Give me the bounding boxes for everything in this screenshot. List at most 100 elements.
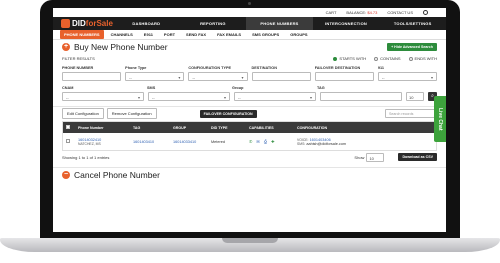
cnam-select[interactable]: -- ▾ <box>62 92 144 101</box>
download-csv-button[interactable]: Download as CSV <box>398 153 437 161</box>
configuration-type-select[interactable]: -- ▾ <box>188 72 248 81</box>
e911-value: -- <box>381 75 385 80</box>
logo-mark-icon <box>61 19 70 28</box>
configuration-type-value: -- <box>192 75 196 80</box>
balance-value: $4.73 <box>367 10 378 15</box>
filter-label: FILTER RESULTS <box>62 56 95 61</box>
tag-input[interactable] <box>320 92 402 101</box>
filter-row: FILTER RESULTS STARTS WITH CONTAINS ENDS… <box>53 54 446 63</box>
sms-select[interactable]: -- ▾ <box>148 92 230 101</box>
remove-configuration-button[interactable]: Remove Configuration <box>106 108 157 119</box>
advanced-search-button[interactable]: + Hide Advanced Search <box>387 43 437 51</box>
nav-phone-numbers[interactable]: PHONE NUMBERS <box>246 17 313 30</box>
phone-icon: ✆ <box>249 139 253 144</box>
failover-destination-input[interactable] <box>314 72 374 81</box>
edit-configuration-button[interactable]: Edit Configuration <box>62 108 104 119</box>
chevron-down-icon: ▾ <box>241 75 244 80</box>
user-icon[interactable] <box>423 10 428 15</box>
subtab-send-fax[interactable]: SEND FAX <box>182 30 210 39</box>
laptop-notch <box>222 238 278 243</box>
form-row1-labels: PHONE NUMBER Phone Type CONFIGURATION TY… <box>53 63 446 70</box>
phone-type-select[interactable]: -- ▾ <box>125 72 185 81</box>
subtab-sms-groups[interactable]: SMS GROUPS <box>248 30 283 39</box>
sms-label: SMS: <box>297 141 306 146</box>
table-footer: Showing 1 to 1 of 1 entries Show 10 Down… <box>53 151 446 163</box>
show-entries-select[interactable]: 10 <box>366 152 385 162</box>
buy-section-header: + Buy New Phone Number + Hide Advanced S… <box>53 40 446 54</box>
page-title: Buy New Phone Number <box>74 42 168 52</box>
cancel-section-header: − Cancel Phone Number <box>53 167 446 181</box>
radio-ends-with[interactable]: ENDS WITH <box>408 56 437 61</box>
cart-link[interactable]: CART <box>326 10 337 15</box>
logo[interactable]: DIDforSale <box>53 19 113 28</box>
cnam-value: -- <box>66 95 69 100</box>
minus-circle-icon[interactable]: − <box>62 170 70 179</box>
sms-value: -- <box>152 95 155 100</box>
logo-prefix: DID <box>72 19 86 28</box>
subtab-port[interactable]: PORT <box>160 30 179 39</box>
label-phone-number: PHONE NUMBER <box>62 66 94 70</box>
row-checkbox[interactable] <box>63 139 75 144</box>
label-group: Group <box>232 86 244 90</box>
subtab-e911[interactable]: E911 <box>140 30 157 39</box>
failover-configuration-button[interactable]: FAILOVER CONFIGURATION <box>199 109 257 118</box>
show-label: Show <box>354 154 365 160</box>
sub-nav: PHONE NUMBERS CHANNELS E911 PORT SEND FA… <box>53 30 446 40</box>
cell-phone: 16014032410 NATCHEZ, MS <box>75 138 130 146</box>
nav-tools-settings[interactable]: TOOLS/SETTINGS <box>379 17 446 30</box>
live-chat-tab[interactable]: Live Chat <box>434 96 446 142</box>
subtab-phone-numbers[interactable]: PHONE NUMBERS <box>60 30 104 39</box>
subtab-fax-emails[interactable]: FAX EMAILS <box>213 30 245 39</box>
subtab-channels[interactable]: CHANNELS <box>107 30 137 39</box>
cancel-section-title: Cancel Phone Number <box>74 169 160 180</box>
balance-label: BALANCE: <box>346 10 367 15</box>
label-cnam: CNAM <box>62 86 74 90</box>
radio-label: STARTS WITH <box>339 56 367 61</box>
label-911: 911 <box>377 66 384 70</box>
cell-tag[interactable]: 1601403410 <box>130 140 170 144</box>
group-select[interactable]: -- ▾ <box>234 92 316 101</box>
checkbox-box <box>66 139 70 143</box>
chevron-down-icon: ▾ <box>309 95 312 100</box>
radio-dot <box>374 56 379 61</box>
config-sms: SMS: aahish@didforsale.com <box>297 142 436 146</box>
logo-text: DIDforSale <box>72 19 113 28</box>
phone-type-value: -- <box>129 75 132 80</box>
label-failover-destination: FAILOVER DESTINATION <box>314 66 361 70</box>
main-nav: DIDforSale DASHBOARD REPORTING PHONE NUM… <box>53 17 446 30</box>
search-records-input[interactable]: Search records <box>385 109 437 118</box>
table-header: Phone Number TAG GROUP DID TYPE CAPABILI… <box>63 122 436 133</box>
nav-reporting[interactable]: REPORTING <box>180 17 247 30</box>
cell-group[interactable]: 16014033410 <box>170 140 208 144</box>
camera-dot <box>248 2 251 5</box>
destination-input[interactable] <box>251 72 311 81</box>
select-all-checkbox[interactable] <box>63 125 75 130</box>
col-phone-number[interactable]: Phone Number <box>75 126 130 130</box>
col-did-type[interactable]: DID TYPE <box>208 126 246 130</box>
label-destination: DESTINATION <box>251 66 277 70</box>
nav-dashboard[interactable]: DASHBOARD <box>113 17 180 30</box>
page-size-select[interactable]: 10 <box>406 92 424 101</box>
phone-number-input[interactable] <box>62 72 122 81</box>
plus-circle-icon[interactable]: + <box>62 43 70 51</box>
label-tag: TAG <box>317 86 325 90</box>
filter-options: STARTS WITH CONTAINS ENDS WITH <box>333 56 437 61</box>
col-tag[interactable]: TAG <box>130 126 170 130</box>
table-row[interactable]: 16014032410 NATCHEZ, MS 1601403410 16014… <box>63 133 436 150</box>
radio-starts-with[interactable]: STARTS WITH <box>333 56 366 61</box>
subtab-groups[interactable]: GROUPS <box>286 30 311 39</box>
nav-interconnection[interactable]: INTERCONNECTION <box>313 17 380 30</box>
label-sms: SMS <box>147 86 156 90</box>
col-group[interactable]: GROUP <box>170 126 208 130</box>
e911-select[interactable]: -- ▾ <box>377 72 438 81</box>
contact-link[interactable]: CONTACT US <box>387 10 413 15</box>
cell-did-type: Metered <box>211 139 225 144</box>
sms-value: aahish@didforsale.com <box>306 141 347 146</box>
radio-contains[interactable]: CONTAINS <box>374 56 401 61</box>
balance: BALANCE: $4.73 <box>346 10 377 15</box>
col-configuration: CONFIGURATION <box>297 125 328 130</box>
group-value: -- <box>238 95 241 100</box>
show-entries: Show 10 <box>354 152 385 162</box>
logo-accent: forSale <box>85 19 113 28</box>
form-row2-inputs: -- ▾ -- ▾ -- ▾ 10 ⌕ <box>53 90 446 103</box>
